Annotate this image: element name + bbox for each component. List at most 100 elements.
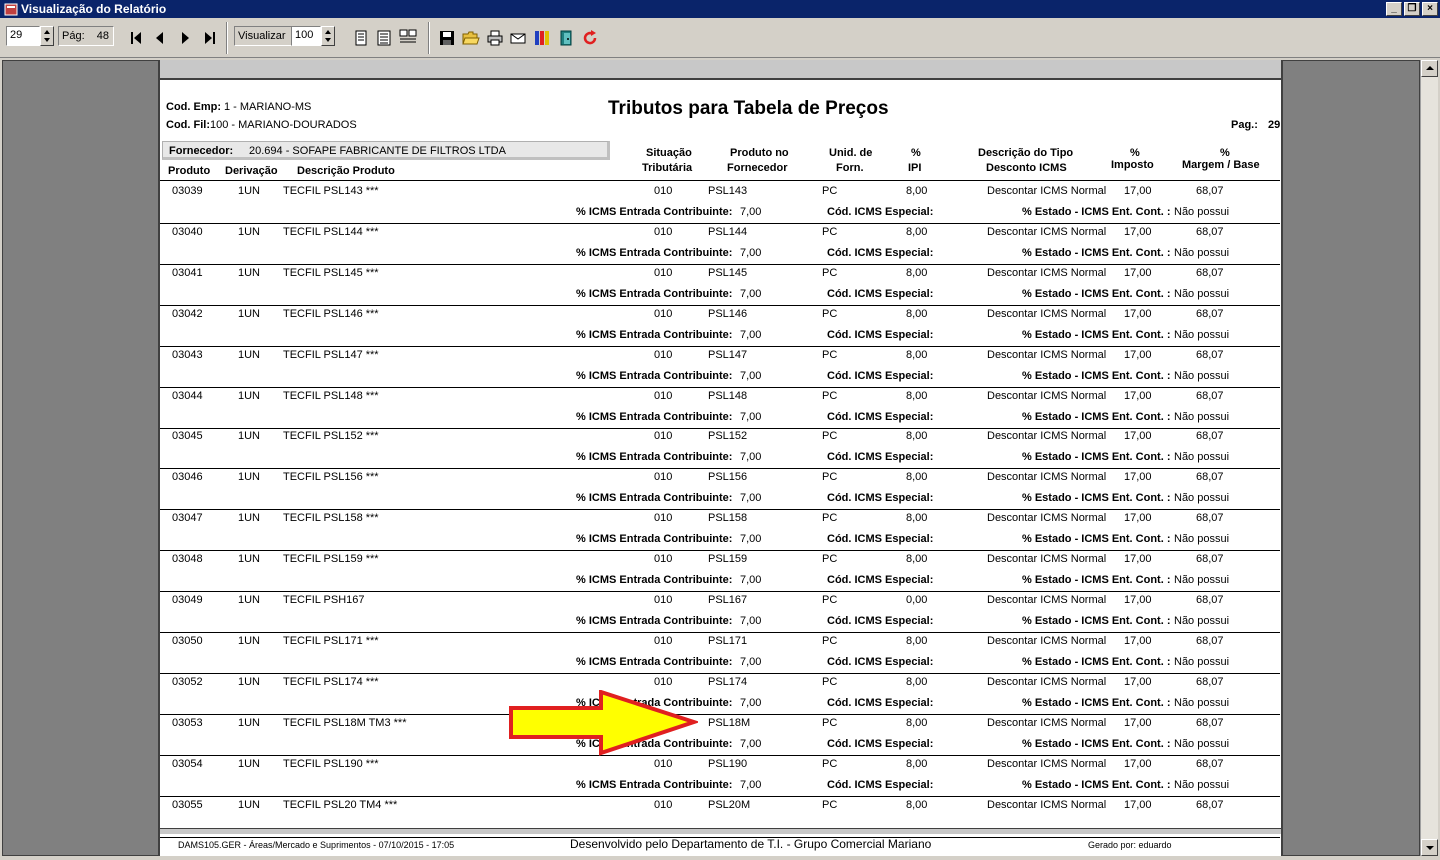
- cell-descricao: TECFIL PSL146 ***: [283, 308, 379, 320]
- cell-descricao: TECFIL PSL158 ***: [283, 512, 379, 524]
- table-row: 03046 1UN TECFIL PSL156 *** 010 PSL156 PC 8,00…: [160, 469, 1280, 510]
- cell-unid: PC: [822, 471, 838, 483]
- zoom-spinner[interactable]: [321, 26, 335, 46]
- estado-icms-value: Não possui: [1174, 288, 1230, 300]
- cell-unid: PC: [822, 308, 838, 320]
- icms-entrada-value: 7,00: [740, 451, 762, 463]
- table-row: 03043 1UN TECFIL PSL147 *** 010 PSL147 PC 8,00…: [160, 347, 1280, 388]
- header-line: [160, 180, 1280, 181]
- cell-situacao: 010: [654, 308, 673, 320]
- estado-icms-label: % Estado - ICMS Ent. Cont. :: [1022, 779, 1171, 791]
- table-row: 03050 1UN TECFIL PSL171 *** 010 PSL171 PC 8,00…: [160, 633, 1280, 674]
- first-page-icon[interactable]: [126, 28, 146, 48]
- cell-produto: 03046: [172, 471, 203, 483]
- cell-margem: 68,07: [1196, 594, 1224, 606]
- email-icon[interactable]: [508, 28, 528, 48]
- cell-situacao: 010: [654, 758, 673, 770]
- toolbar: 29 Pág: 48 Visualizar 100: [0, 18, 1440, 58]
- cell-desc-tipo: Descontar ICMS Normal: [987, 430, 1107, 442]
- next-page-icon[interactable]: [175, 28, 195, 48]
- cell-prod-forn: PSL156: [708, 471, 748, 483]
- refresh-icon[interactable]: [580, 28, 600, 48]
- close-button[interactable]: ×: [1422, 2, 1438, 16]
- save-icon[interactable]: [437, 28, 457, 48]
- whole-page-icon[interactable]: [374, 28, 394, 48]
- page-width-icon[interactable]: [351, 28, 371, 48]
- export-icon[interactable]: [532, 28, 552, 48]
- footer-band: [160, 828, 1281, 834]
- cod-icms-label: Cód. ICMS Especial:: [827, 411, 934, 423]
- estado-icms-value: Não possui: [1174, 697, 1230, 709]
- cell-produto: 03040: [172, 226, 203, 238]
- cell-unid: PC: [822, 226, 838, 238]
- cell-produto: 03045: [172, 430, 203, 442]
- page-spinner[interactable]: [40, 26, 54, 46]
- cell-margem: 68,07: [1196, 717, 1224, 729]
- cell-imposto: 17,00: [1124, 717, 1152, 729]
- cell-produto: 03049: [172, 594, 203, 606]
- vertical-scrollbar[interactable]: [1420, 60, 1438, 856]
- cell-ipi: 8,00: [906, 635, 928, 647]
- cell-ipi: 8,00: [906, 512, 928, 524]
- cell-imposto: 17,00: [1124, 635, 1152, 647]
- estado-icms-label: % Estado - ICMS Ent. Cont. :: [1022, 370, 1171, 382]
- cell-derivacao: 1UN: [238, 349, 261, 361]
- cell-prod-forn: PSL20M: [708, 799, 751, 811]
- cod-icms-label: Cód. ICMS Especial:: [827, 206, 934, 218]
- icms-entrada-label: % ICMS Entrada Contribuinte:: [576, 779, 733, 791]
- estado-icms-value: Não possui: [1174, 411, 1230, 423]
- estado-icms-label: % Estado - ICMS Ent. Cont. :: [1022, 247, 1171, 259]
- cod-icms-label: Cód. ICMS Especial:: [827, 492, 934, 504]
- cell-imposto: 17,00: [1124, 185, 1152, 197]
- pag-value: 29: [1268, 119, 1281, 131]
- col-imposto-1: %: [1130, 147, 1140, 159]
- icms-entrada-label: % ICMS Entrada Contribuinte:: [576, 370, 733, 382]
- cell-produto: 03039: [172, 185, 203, 197]
- cod-emp-label: Cod. Emp:: [166, 101, 221, 113]
- estado-icms-value: Não possui: [1174, 738, 1230, 750]
- cell-desc-tipo: Descontar ICMS Normal: [987, 267, 1107, 279]
- open-folder-icon[interactable]: [461, 28, 481, 48]
- print-icon[interactable]: [485, 28, 505, 48]
- icms-entrada-label: % ICMS Entrada Contribuinte:: [576, 451, 733, 463]
- cell-margem: 68,07: [1196, 635, 1224, 647]
- cell-imposto: 17,00: [1124, 512, 1152, 524]
- cell-imposto: 17,00: [1124, 390, 1152, 402]
- exit-door-icon[interactable]: [557, 28, 577, 48]
- page-number-input[interactable]: 29: [6, 26, 40, 46]
- cell-descricao: TECFIL PSL144 ***: [283, 226, 379, 238]
- cell-derivacao: 1UN: [238, 553, 261, 565]
- icms-entrada-label: % ICMS Entrada Contribuinte:: [576, 206, 733, 218]
- multi-page-icon[interactable]: [398, 27, 418, 47]
- cod-icms-label: Cód. ICMS Especial:: [827, 738, 934, 750]
- cell-produto: 03044: [172, 390, 203, 402]
- icms-entrada-label: % ICMS Entrada Contribuinte:: [576, 615, 733, 627]
- icms-entrada-value: 7,00: [740, 697, 762, 709]
- minimize-button[interactable]: _: [1386, 2, 1402, 16]
- icms-entrada-label: % ICMS Entrada Contribuinte:: [576, 288, 733, 300]
- restore-button[interactable]: ❐: [1404, 2, 1420, 16]
- cell-prod-forn: PSL145: [708, 267, 748, 279]
- pag-total: 48: [96, 30, 109, 42]
- cod-icms-label: Cód. ICMS Especial:: [827, 656, 934, 668]
- cell-unid: PC: [822, 676, 838, 688]
- cell-desc-tipo: Descontar ICMS Normal: [987, 758, 1107, 770]
- previous-page-icon[interactable]: [150, 28, 170, 48]
- scroll-down-button[interactable]: [1421, 839, 1438, 856]
- cell-prod-forn: PSL159: [708, 553, 748, 565]
- cell-produto: 03047: [172, 512, 203, 524]
- col-ipi-2: IPI: [908, 162, 922, 174]
- last-page-icon[interactable]: [200, 28, 220, 48]
- cod-icms-label: Cód. ICMS Especial:: [827, 329, 934, 341]
- icms-entrada-value: 7,00: [740, 656, 762, 668]
- cell-unid: PC: [822, 267, 838, 279]
- scroll-up-button[interactable]: [1421, 60, 1438, 77]
- window-titlebar: Visualização do Relatório _ ❐ ×: [0, 0, 1440, 18]
- cell-descricao: TECFIL PSL190 ***: [283, 758, 379, 770]
- cell-margem: 68,07: [1196, 185, 1224, 197]
- cell-derivacao: 1UN: [238, 267, 261, 279]
- zoom-input[interactable]: 100: [291, 26, 321, 46]
- cell-derivacao: 1UN: [238, 185, 261, 197]
- cod-icms-label: Cód. ICMS Especial:: [827, 779, 934, 791]
- cell-ipi: 8,00: [906, 717, 928, 729]
